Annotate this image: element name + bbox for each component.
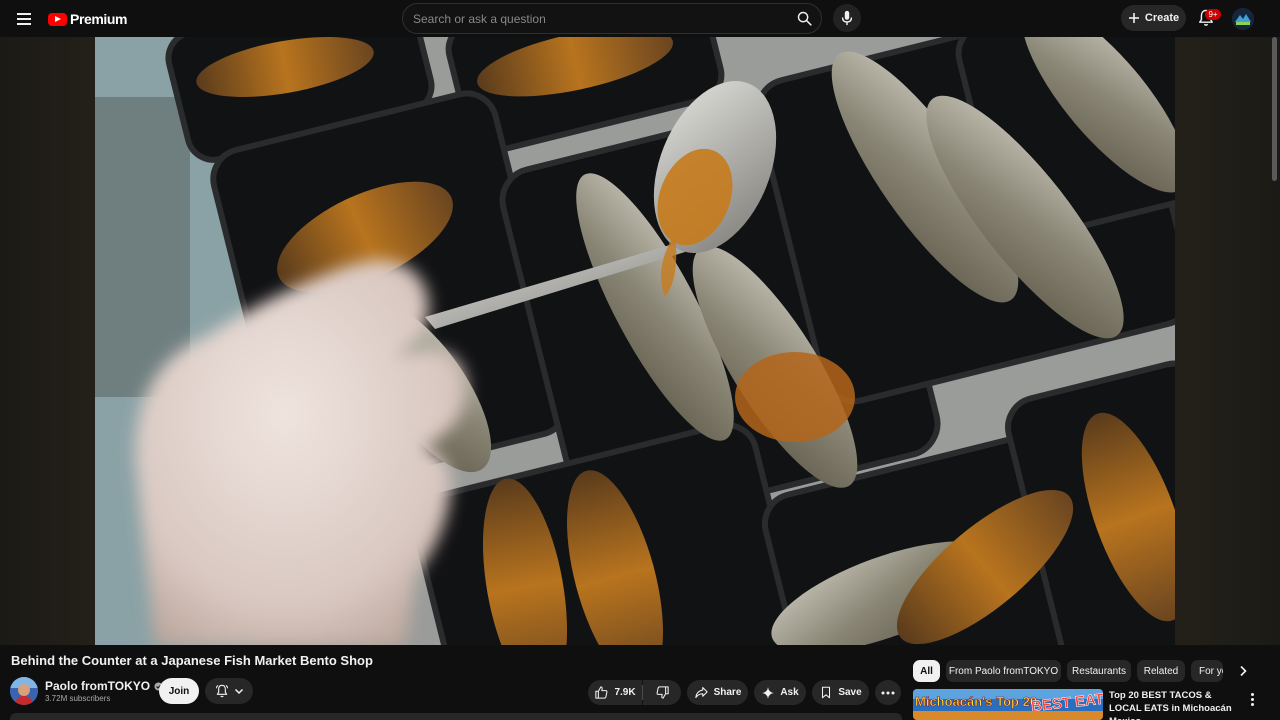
share-label: Share (713, 687, 742, 698)
subscriber-count: 3.72M subscribers (45, 694, 111, 703)
account-avatar[interactable] (1232, 8, 1254, 30)
save-label: Save (838, 687, 862, 698)
microphone-icon (841, 10, 853, 26)
recommended-video-thumbnail[interactable]: Michoacán's Top 20 BEST EATS! (913, 689, 1103, 720)
logo-text: Premium (70, 11, 128, 27)
join-button[interactable]: Join (159, 678, 199, 704)
create-button[interactable]: Create (1121, 5, 1186, 31)
chip-for-you[interactable]: For yo (1191, 660, 1223, 682)
search-icon (797, 11, 812, 26)
bookmark-icon (822, 686, 831, 699)
share-button[interactable]: Share (687, 680, 748, 705)
video-player[interactable] (95, 37, 1175, 645)
subscribed-notifications-button[interactable] (205, 678, 253, 704)
dislike-button[interactable] (643, 680, 681, 705)
thumbs-down-icon (656, 686, 669, 699)
recommended-video-menu-icon[interactable] (1245, 690, 1259, 708)
menu-icon[interactable] (12, 7, 36, 31)
plus-icon (1128, 13, 1139, 23)
chip-from-channel[interactable]: From Paolo fromTOKYO (946, 660, 1061, 682)
thumbs-up-icon (595, 686, 608, 699)
notification-badge: 9+ (1205, 9, 1221, 20)
thumbnail-image: Michoacán's Top 20 BEST EATS! (913, 689, 1103, 720)
sparkle-icon (762, 686, 775, 699)
more-actions-button[interactable] (875, 680, 901, 705)
search-box (402, 3, 822, 34)
bell-ringing-icon (215, 684, 229, 698)
create-label: Create (1144, 12, 1180, 24)
like-button[interactable]: 7.9K (588, 680, 642, 705)
video-frame (95, 37, 1175, 645)
like-count: 7.9K (614, 687, 636, 698)
scrollbar-thumb[interactable] (1272, 37, 1277, 181)
share-icon (694, 686, 708, 699)
account-avatar-icon (1232, 8, 1254, 30)
chip-restaurants[interactable]: Restaurants (1067, 660, 1131, 682)
youtube-premium-logo[interactable]: Premium (48, 9, 128, 29)
channel-name: Paolo fromTOKYO (45, 679, 151, 693)
ask-button[interactable]: Ask (754, 680, 806, 705)
channel-name-link[interactable]: Paolo fromTOKYO (45, 679, 163, 693)
chip-related[interactable]: Related (1137, 660, 1185, 682)
recommended-video-title[interactable]: Top 20 BEST TACOS & LOCAL EATS in Michoa… (1109, 689, 1237, 720)
video-title: Behind the Counter at a Japanese Fish Ma… (11, 653, 373, 668)
youtube-play-logo-icon (48, 12, 67, 26)
more-horizontal-icon (881, 691, 895, 694)
page-scrollbar[interactable] (1270, 37, 1278, 720)
chevron-down-icon (234, 688, 244, 695)
masthead: Premium Create 9+ (0, 0, 1280, 37)
save-button[interactable]: Save (812, 680, 869, 705)
chip-all[interactable]: All (913, 660, 940, 682)
ask-label: Ask (780, 687, 799, 698)
channel-avatar-image (10, 677, 38, 705)
voice-search-button[interactable] (833, 4, 861, 32)
chevron-right-icon (1240, 665, 1247, 677)
chips-next-button[interactable] (1233, 661, 1253, 681)
thumbnail-text-1: Michoacán's Top 20 (915, 694, 1037, 709)
description-box[interactable] (10, 713, 902, 720)
search-button[interactable] (789, 4, 819, 33)
search-input[interactable] (403, 4, 789, 33)
channel-avatar[interactable] (10, 677, 38, 705)
